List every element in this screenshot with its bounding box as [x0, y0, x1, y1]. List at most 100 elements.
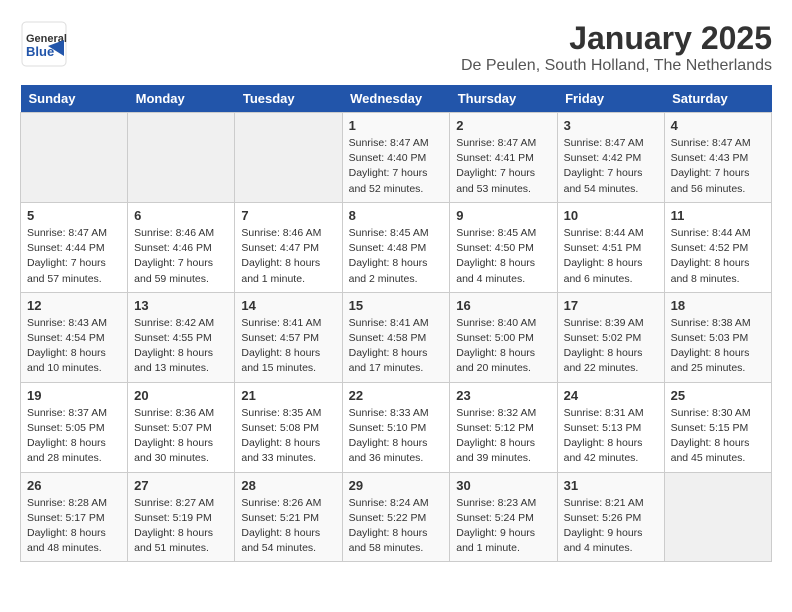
- day-number: 31: [564, 478, 658, 493]
- day-number: 11: [671, 208, 765, 223]
- day-number: 24: [564, 388, 658, 403]
- day-info: Sunrise: 8:35 AM Sunset: 5:08 PM Dayligh…: [241, 406, 335, 467]
- calendar-subtitle: De Peulen, South Holland, The Netherland…: [461, 57, 772, 75]
- day-info: Sunrise: 8:40 AM Sunset: 5:00 PM Dayligh…: [456, 316, 550, 377]
- day-number: 7: [241, 208, 335, 223]
- week-row-1: 5 Sunrise: 8:47 AM Sunset: 4:44 PM Daylig…: [21, 202, 772, 292]
- day-info: Sunrise: 8:45 AM Sunset: 4:48 PM Dayligh…: [349, 226, 444, 287]
- day-number: 16: [456, 298, 550, 313]
- week-row-4: 26 Sunrise: 8:28 AM Sunset: 5:17 PM Dayli…: [21, 472, 772, 562]
- header-monday: Monday: [128, 85, 235, 113]
- day-number: 22: [349, 388, 444, 403]
- calendar-cell: 26 Sunrise: 8:28 AM Sunset: 5:17 PM Dayli…: [21, 472, 128, 562]
- day-number: 5: [27, 208, 121, 223]
- calendar-cell: 8 Sunrise: 8:45 AM Sunset: 4:48 PM Daylig…: [342, 202, 450, 292]
- day-number: 1: [349, 118, 444, 133]
- day-info: Sunrise: 8:47 AM Sunset: 4:42 PM Dayligh…: [564, 136, 658, 197]
- day-number: 8: [349, 208, 444, 223]
- calendar-cell: 15 Sunrise: 8:41 AM Sunset: 4:58 PM Dayli…: [342, 292, 450, 382]
- day-info: Sunrise: 8:23 AM Sunset: 5:24 PM Dayligh…: [456, 496, 550, 557]
- svg-text:Blue: Blue: [26, 44, 54, 59]
- day-number: 17: [564, 298, 658, 313]
- day-info: Sunrise: 8:33 AM Sunset: 5:10 PM Dayligh…: [349, 406, 444, 467]
- day-info: Sunrise: 8:41 AM Sunset: 4:58 PM Dayligh…: [349, 316, 444, 377]
- day-info: Sunrise: 8:46 AM Sunset: 4:46 PM Dayligh…: [134, 226, 228, 287]
- logo-icon: General Blue: [20, 20, 68, 68]
- day-info: Sunrise: 8:42 AM Sunset: 4:55 PM Dayligh…: [134, 316, 228, 377]
- days-header-row: Sunday Monday Tuesday Wednesday Thursday…: [21, 85, 772, 113]
- day-info: Sunrise: 8:39 AM Sunset: 5:02 PM Dayligh…: [564, 316, 658, 377]
- day-number: 20: [134, 388, 228, 403]
- day-info: Sunrise: 8:27 AM Sunset: 5:19 PM Dayligh…: [134, 496, 228, 557]
- calendar-cell: 3 Sunrise: 8:47 AM Sunset: 4:42 PM Daylig…: [557, 113, 664, 203]
- week-row-2: 12Sunrise: 8:43 AM Sunset: 4:54 PM Dayli…: [21, 292, 772, 382]
- day-number: 25: [671, 388, 765, 403]
- header-saturday: Saturday: [664, 85, 771, 113]
- calendar-cell: 18Sunrise: 8:38 AM Sunset: 5:03 PM Dayli…: [664, 292, 771, 382]
- calendar-cell: 24 Sunrise: 8:31 AM Sunset: 5:13 PM Dayli…: [557, 382, 664, 472]
- calendar-cell: 16 Sunrise: 8:40 AM Sunset: 5:00 PM Dayli…: [450, 292, 557, 382]
- day-number: 30: [456, 478, 550, 493]
- day-number: 6: [134, 208, 228, 223]
- calendar-table: Sunday Monday Tuesday Wednesday Thursday…: [20, 85, 772, 562]
- week-row-0: 1 Sunrise: 8:47 AM Sunset: 4:40 PM Daylig…: [21, 113, 772, 203]
- calendar-cell: 21 Sunrise: 8:35 AM Sunset: 5:08 PM Dayli…: [235, 382, 342, 472]
- logo: General Blue: [20, 20, 68, 68]
- calendar-cell: 9 Sunrise: 8:45 AM Sunset: 4:50 PM Daylig…: [450, 202, 557, 292]
- day-number: 9: [456, 208, 550, 223]
- calendar-cell: 23 Sunrise: 8:32 AM Sunset: 5:12 PM Dayli…: [450, 382, 557, 472]
- day-number: 15: [349, 298, 444, 313]
- day-info: Sunrise: 8:44 AM Sunset: 4:52 PM Dayligh…: [671, 226, 765, 287]
- title-section: January 2025 De Peulen, South Holland, T…: [461, 20, 772, 75]
- calendar-cell: 29 Sunrise: 8:24 AM Sunset: 5:22 PM Dayli…: [342, 472, 450, 562]
- calendar-cell: 22 Sunrise: 8:33 AM Sunset: 5:10 PM Dayli…: [342, 382, 450, 472]
- day-info: Sunrise: 8:37 AM Sunset: 5:05 PM Dayligh…: [27, 406, 121, 467]
- day-info: Sunrise: 8:47 AM Sunset: 4:41 PM Dayligh…: [456, 136, 550, 197]
- header-friday: Friday: [557, 85, 664, 113]
- calendar-cell: 13 Sunrise: 8:42 AM Sunset: 4:55 PM Dayli…: [128, 292, 235, 382]
- day-info: Sunrise: 8:46 AM Sunset: 4:47 PM Dayligh…: [241, 226, 335, 287]
- calendar-cell: 17 Sunrise: 8:39 AM Sunset: 5:02 PM Dayli…: [557, 292, 664, 382]
- day-number: 2: [456, 118, 550, 133]
- calendar-cell: 2 Sunrise: 8:47 AM Sunset: 4:41 PM Daylig…: [450, 113, 557, 203]
- day-info: Sunrise: 8:26 AM Sunset: 5:21 PM Dayligh…: [241, 496, 335, 557]
- day-number: 27: [134, 478, 228, 493]
- day-info: Sunrise: 8:24 AM Sunset: 5:22 PM Dayligh…: [349, 496, 444, 557]
- calendar-cell: [664, 472, 771, 562]
- day-info: Sunrise: 8:47 AM Sunset: 4:44 PM Dayligh…: [27, 226, 121, 287]
- calendar-cell: 7 Sunrise: 8:46 AM Sunset: 4:47 PM Daylig…: [235, 202, 342, 292]
- day-number: 18: [671, 298, 765, 313]
- day-info: Sunrise: 8:31 AM Sunset: 5:13 PM Dayligh…: [564, 406, 658, 467]
- calendar-cell: 4Sunrise: 8:47 AM Sunset: 4:43 PM Daylig…: [664, 113, 771, 203]
- day-info: Sunrise: 8:47 AM Sunset: 4:40 PM Dayligh…: [349, 136, 444, 197]
- day-info: Sunrise: 8:32 AM Sunset: 5:12 PM Dayligh…: [456, 406, 550, 467]
- header-thursday: Thursday: [450, 85, 557, 113]
- day-number: 29: [349, 478, 444, 493]
- day-info: Sunrise: 8:47 AM Sunset: 4:43 PM Dayligh…: [671, 136, 765, 197]
- day-number: 13: [134, 298, 228, 313]
- calendar-cell: 25Sunrise: 8:30 AM Sunset: 5:15 PM Dayli…: [664, 382, 771, 472]
- calendar-title: January 2025: [461, 20, 772, 57]
- calendar-cell: 31 Sunrise: 8:21 AM Sunset: 5:26 PM Dayli…: [557, 472, 664, 562]
- calendar-cell: [235, 113, 342, 203]
- day-info: Sunrise: 8:41 AM Sunset: 4:57 PM Dayligh…: [241, 316, 335, 377]
- calendar-cell: 10Sunrise: 8:44 AM Sunset: 4:51 PM Dayli…: [557, 202, 664, 292]
- day-info: Sunrise: 8:43 AM Sunset: 4:54 PM Dayligh…: [27, 316, 121, 377]
- calendar-cell: 11 Sunrise: 8:44 AM Sunset: 4:52 PM Dayli…: [664, 202, 771, 292]
- day-number: 26: [27, 478, 121, 493]
- day-number: 3: [564, 118, 658, 133]
- day-info: Sunrise: 8:45 AM Sunset: 4:50 PM Dayligh…: [456, 226, 550, 287]
- day-number: 21: [241, 388, 335, 403]
- day-number: 28: [241, 478, 335, 493]
- calendar-cell: 12Sunrise: 8:43 AM Sunset: 4:54 PM Dayli…: [21, 292, 128, 382]
- calendar-cell: 27 Sunrise: 8:27 AM Sunset: 5:19 PM Dayli…: [128, 472, 235, 562]
- calendar-cell: 20Sunrise: 8:36 AM Sunset: 5:07 PM Dayli…: [128, 382, 235, 472]
- calendar-cell: 1 Sunrise: 8:47 AM Sunset: 4:40 PM Daylig…: [342, 113, 450, 203]
- day-info: Sunrise: 8:28 AM Sunset: 5:17 PM Dayligh…: [27, 496, 121, 557]
- day-number: 23: [456, 388, 550, 403]
- calendar-cell: 6 Sunrise: 8:46 AM Sunset: 4:46 PM Daylig…: [128, 202, 235, 292]
- day-info: Sunrise: 8:21 AM Sunset: 5:26 PM Dayligh…: [564, 496, 658, 557]
- calendar-cell: [21, 113, 128, 203]
- calendar-cell: 28 Sunrise: 8:26 AM Sunset: 5:21 PM Dayli…: [235, 472, 342, 562]
- calendar-cell: [128, 113, 235, 203]
